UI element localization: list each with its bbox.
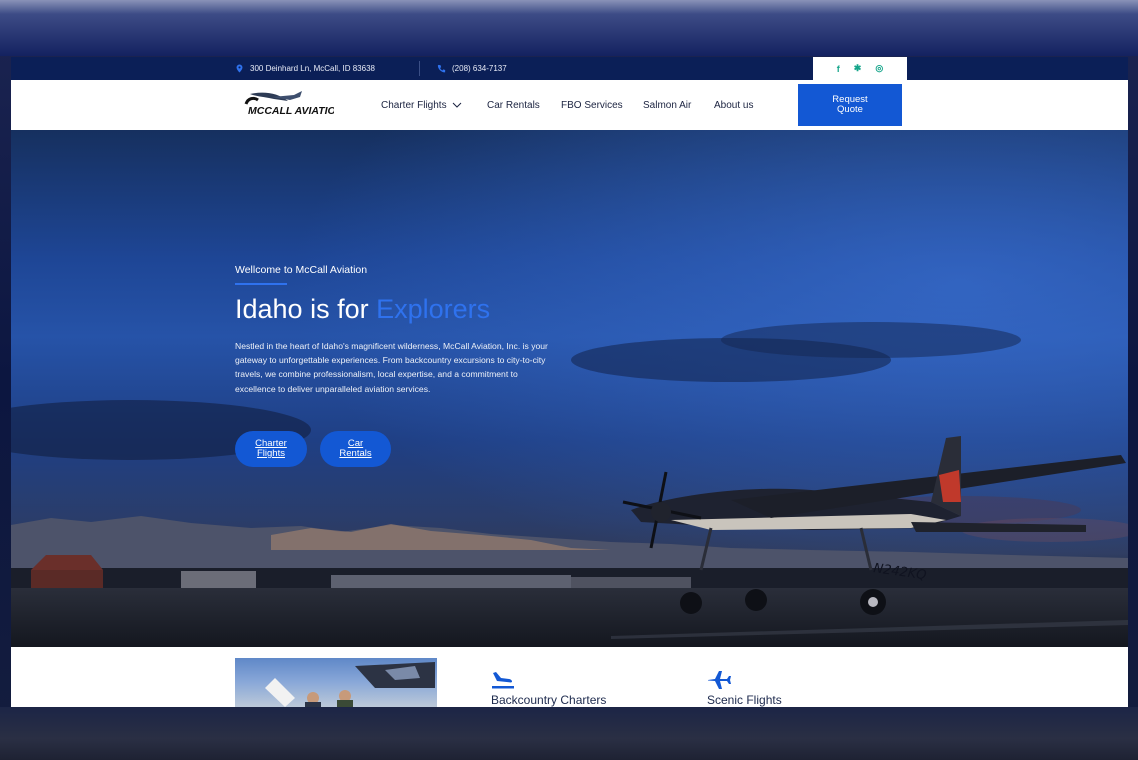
- services-section: Backcountry Charters Scenic Flights: [11, 647, 1128, 707]
- hero-background-image: N242KQ: [11, 130, 1128, 647]
- chevron-down-icon: [452, 102, 461, 108]
- nav-salmon-air-label: Salmon Air: [643, 99, 692, 111]
- logo-text: MCCALL AVIATION: [248, 105, 334, 117]
- facebook-icon[interactable]: f: [837, 64, 840, 74]
- feature-label: Backcountry Charters: [491, 693, 607, 707]
- address-item[interactable]: 300 Deinhard Ln, McCall, ID 83638: [235, 57, 375, 80]
- nav-charter-flights-label: Charter Flights: [381, 99, 447, 111]
- topbar-divider: [419, 61, 420, 76]
- blurred-background-top: [0, 0, 1138, 56]
- hero-eyebrow: Wellcome to McCall Aviation: [235, 264, 368, 276]
- nav-about-us[interactable]: About us: [714, 80, 753, 130]
- instagram-icon[interactable]: ◎: [875, 63, 883, 74]
- request-quote-button[interactable]: Request Quote: [798, 84, 902, 126]
- phone-item[interactable]: (208) 634-7137: [437, 57, 507, 80]
- eyebrow-underline: [235, 283, 287, 285]
- location-pin-icon: [236, 64, 243, 73]
- blurred-background-bottom: [0, 707, 1138, 760]
- phone-text: (208) 634-7137: [452, 64, 507, 73]
- nav-car-rentals[interactable]: Car Rentals: [487, 80, 540, 130]
- feature-label: Scenic Flights: [707, 693, 782, 707]
- top-contact-bar: 300 Deinhard Ln, McCall, ID 83638 (208) …: [11, 57, 1128, 80]
- hero-content: Wellcome to McCall Aviation Idaho is for…: [235, 264, 555, 396]
- nav-fbo-services[interactable]: FBO Services: [561, 80, 623, 130]
- pilots-photo-illustration: [265, 662, 435, 707]
- hero-headline: Idaho is for Explorers: [235, 294, 555, 325]
- pilots-photo: [235, 658, 437, 707]
- website-screenshot: 300 Deinhard Ln, McCall, ID 83638 (208) …: [11, 57, 1128, 707]
- phone-icon: [437, 64, 446, 73]
- nav-charter-flights[interactable]: Charter Flights: [381, 80, 462, 130]
- charter-flights-button[interactable]: Charter Flights: [235, 431, 307, 467]
- hero-section: N242KQ Wellcome to McCall Aviation Idaho…: [11, 130, 1128, 647]
- main-navbar: MCCALL AVIATION Charter Flights Car Rent…: [11, 80, 1128, 130]
- plane-landing-icon: [492, 672, 514, 689]
- headline-plain: Idaho is for: [235, 294, 377, 324]
- feature-scenic-flights[interactable]: Scenic Flights: [707, 669, 782, 707]
- feature-backcountry-charters[interactable]: Backcountry Charters: [491, 669, 606, 707]
- social-links: f ✱ ◎: [813, 57, 907, 80]
- airplane-icon: [708, 671, 731, 689]
- address-text: 300 Deinhard Ln, McCall, ID 83638: [250, 64, 375, 73]
- nav-salmon-air[interactable]: Salmon Air: [643, 80, 691, 130]
- nav-about-us-label: About us: [714, 99, 754, 111]
- nav-fbo-services-label: FBO Services: [561, 99, 623, 111]
- car-rentals-button[interactable]: Car Rentals: [320, 431, 391, 467]
- yelp-icon[interactable]: ✱: [854, 63, 862, 74]
- mccall-aviation-logo[interactable]: MCCALL AVIATION: [244, 88, 334, 120]
- headline-accent: Explorers: [376, 294, 491, 324]
- hero-description: Nestled in the heart of Idaho's magnific…: [235, 341, 548, 394]
- nav-car-rentals-label: Car Rentals: [487, 99, 540, 111]
